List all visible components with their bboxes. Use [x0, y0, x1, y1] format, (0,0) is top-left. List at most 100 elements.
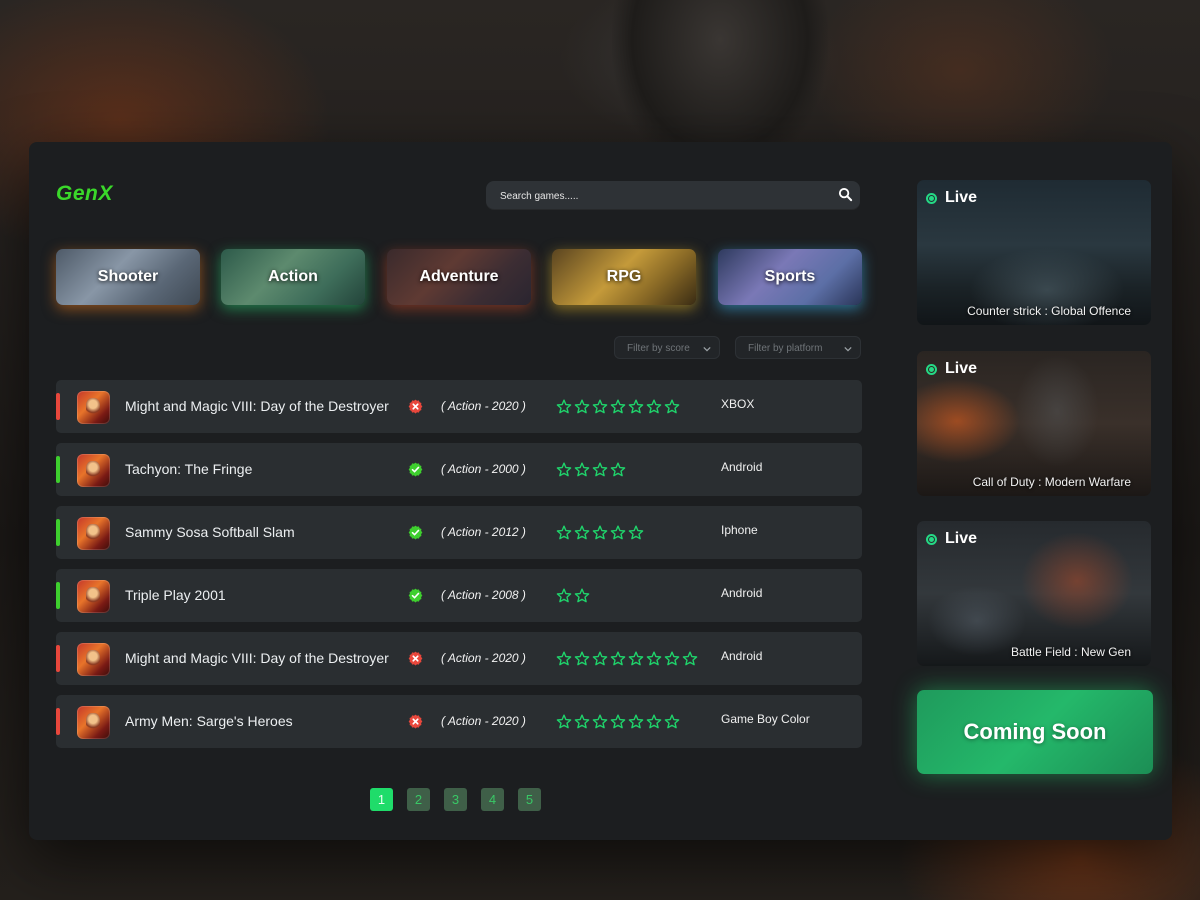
star-outline-icon	[664, 714, 680, 729]
background-figure	[612, 0, 828, 150]
table-row[interactable]: Might and Magic VIII: Day of the Destroy…	[56, 632, 862, 685]
star-rating	[556, 651, 698, 666]
status-indicator-bar	[56, 645, 60, 672]
live-caption: Battle Field : New Gen	[1010, 645, 1131, 659]
check-badge-icon	[408, 462, 423, 477]
star-outline-icon	[556, 588, 572, 603]
star-rating	[556, 462, 626, 477]
star-outline-icon	[664, 651, 680, 666]
brand-logo[interactable]: GenX	[56, 182, 113, 206]
coming-soon-label: Coming Soon	[963, 719, 1107, 744]
star-outline-icon	[592, 462, 608, 477]
live-badge: Live	[926, 360, 977, 378]
star-outline-icon	[556, 399, 572, 414]
category-label: Sports	[764, 268, 816, 285]
search-icon[interactable]	[838, 187, 853, 202]
search-input[interactable]	[498, 181, 822, 211]
game-platform: XBOX	[721, 397, 755, 411]
game-title[interactable]: Army Men: Sarge's Heroes	[125, 695, 293, 748]
star-outline-icon	[592, 525, 608, 540]
star-outline-icon	[628, 651, 644, 666]
game-platform: Android	[721, 586, 763, 600]
star-outline-icon	[628, 525, 644, 540]
game-title[interactable]: Sammy Sosa Softball Slam	[125, 506, 295, 559]
category-label: RPG	[606, 268, 642, 285]
star-outline-icon	[574, 714, 590, 729]
category-list: Shooter Action Adventure RPG Sports	[56, 249, 862, 306]
live-card[interactable]: Live Call of Duty : Modern Warfare	[917, 351, 1151, 496]
star-outline-icon	[610, 399, 626, 414]
live-card[interactable]: Live Battle Field : New Gen	[917, 521, 1151, 666]
table-row[interactable]: Tachyon: The Fringe ( Action - 2000 ) Andr…	[56, 443, 862, 496]
game-list: Might and Magic VIII: Day of the Destroy…	[56, 380, 862, 758]
category-action[interactable]: Action	[221, 249, 365, 305]
game-thumbnail	[77, 454, 110, 487]
status-indicator-bar	[56, 456, 60, 483]
category-rpg[interactable]: RPG	[552, 249, 696, 305]
star-outline-icon	[556, 714, 572, 729]
filter-score-label: Filter by score	[627, 343, 690, 354]
live-dot-icon	[926, 533, 937, 545]
live-dot-icon	[926, 363, 937, 375]
game-platform: Game Boy Color	[721, 712, 810, 726]
live-label: Live	[945, 360, 978, 377]
game-title[interactable]: Triple Play 2001	[125, 569, 226, 622]
category-adventure[interactable]: Adventure	[387, 249, 531, 305]
star-rating	[556, 525, 644, 540]
live-caption: Counter strick : Global Offence	[967, 304, 1131, 318]
chevron-down-icon	[844, 346, 852, 352]
star-outline-icon	[610, 714, 626, 729]
table-row[interactable]: Might and Magic VIII: Day of the Destroy…	[56, 380, 862, 433]
star-outline-icon	[664, 399, 680, 414]
star-outline-icon	[574, 525, 590, 540]
star-outline-icon	[628, 399, 644, 414]
close-badge-icon	[408, 399, 423, 414]
page-button-1[interactable]: 1	[370, 788, 393, 811]
category-shooter[interactable]: Shooter	[56, 249, 200, 305]
filter-score-dropdown[interactable]: Filter by score	[614, 336, 720, 359]
live-badge: Live	[926, 189, 977, 207]
star-outline-icon	[682, 651, 698, 666]
game-genre-year: ( Action - 2020 )	[441, 399, 526, 413]
game-thumbnail	[77, 517, 110, 550]
filter-platform-dropdown[interactable]: Filter by platform	[735, 336, 861, 359]
page-button-3[interactable]: 3	[444, 788, 467, 811]
page-button-5[interactable]: 5	[518, 788, 541, 811]
live-badge: Live	[926, 530, 977, 548]
page-button-4[interactable]: 4	[481, 788, 504, 811]
game-thumbnail	[77, 706, 110, 739]
status-indicator-bar	[56, 519, 60, 546]
page-button-2[interactable]: 2	[407, 788, 430, 811]
star-rating	[556, 399, 680, 414]
table-row[interactable]: Army Men: Sarge's Heroes ( Action - 2020 …	[56, 695, 862, 748]
game-title[interactable]: Tachyon: The Fringe	[125, 443, 252, 496]
category-sports[interactable]: Sports	[718, 249, 862, 305]
star-outline-icon	[574, 399, 590, 414]
star-outline-icon	[556, 525, 572, 540]
game-thumbnail	[77, 643, 110, 676]
game-title[interactable]: Might and Magic VIII: Day of the Destroy…	[125, 632, 389, 685]
game-title[interactable]: Might and Magic VIII: Day of the Destroy…	[125, 380, 389, 433]
star-outline-icon	[646, 714, 662, 729]
table-row[interactable]: Triple Play 2001 ( Action - 2008 ) Android	[56, 569, 862, 622]
game-thumbnail	[77, 580, 110, 613]
status-indicator-bar	[56, 708, 60, 735]
close-badge-icon	[408, 651, 423, 666]
star-outline-icon	[574, 462, 590, 477]
check-badge-icon	[408, 525, 423, 540]
table-row[interactable]: Sammy Sosa Softball Slam ( Action - 2012 …	[56, 506, 862, 559]
star-rating	[556, 714, 680, 729]
game-genre-year: ( Action - 2020 )	[441, 714, 526, 728]
search-bar[interactable]	[486, 181, 860, 211]
game-thumbnail	[77, 391, 110, 424]
star-outline-icon	[610, 525, 626, 540]
game-genre-year: ( Action - 2008 )	[441, 588, 526, 602]
status-indicator-bar	[56, 393, 60, 420]
chevron-down-icon	[703, 346, 711, 352]
star-outline-icon	[556, 462, 572, 477]
close-badge-icon	[408, 714, 423, 729]
category-label: Adventure	[419, 268, 499, 285]
live-label: Live	[945, 189, 978, 206]
coming-soon-button[interactable]: Coming Soon	[917, 690, 1153, 774]
live-card[interactable]: Live Counter strick : Global Offence	[917, 180, 1151, 325]
